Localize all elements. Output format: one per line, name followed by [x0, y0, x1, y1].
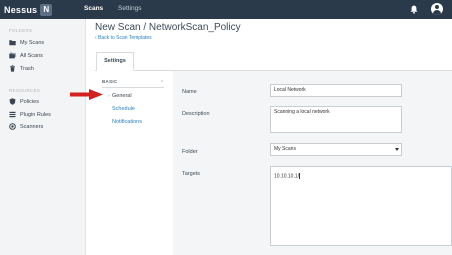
- name-field[interactable]: Local Network: [270, 84, 402, 97]
- description-label: Description: [182, 111, 210, 117]
- sidebar-item-policies[interactable]: Policies: [9, 97, 39, 106]
- nav-settings-link[interactable]: Settings: [118, 5, 142, 12]
- plugin-rules-icon: [9, 111, 16, 118]
- settings-nav-general[interactable]: General: [112, 93, 132, 99]
- sidebar-item-label: My Scans: [20, 39, 45, 46]
- chevron-up-icon[interactable]: ⌃: [160, 80, 164, 86]
- targets-field[interactable]: 10.10.10.1/: [270, 166, 452, 246]
- annotation-arrow-icon: [70, 89, 103, 100]
- active-item-marker-icon: ›: [108, 93, 110, 99]
- sidebar-item-label: Scanners: [20, 123, 44, 130]
- section-divider: [102, 87, 164, 88]
- sidebar-item-my-scans[interactable]: My Scans: [9, 38, 44, 47]
- tab-settings[interactable]: Settings: [96, 52, 134, 71]
- folders-icon: [9, 52, 16, 59]
- trash-icon: [10, 65, 15, 72]
- sidebar-item-scanners[interactable]: Scanners: [9, 122, 43, 131]
- sidebar-item-plugin-rules[interactable]: Plugin Rules: [9, 110, 51, 119]
- user-avatar-icon[interactable]: [431, 3, 443, 15]
- sidebar-heading-resources: RESOURCES: [9, 88, 41, 93]
- settings-nav-schedule[interactable]: Schedule: [112, 106, 135, 112]
- sidebar-heading-folders: FOLDERS: [9, 28, 33, 33]
- nav-scans-link[interactable]: Scans: [84, 5, 103, 12]
- name-label: Name: [182, 89, 197, 95]
- targets-label: Targets: [182, 171, 201, 177]
- targets-value: 10.10.10.1/: [274, 173, 300, 180]
- logo-text: Nessus: [4, 4, 38, 15]
- folder-select[interactable]: My Scans: [270, 143, 402, 156]
- settings-nav-notifications[interactable]: Notifications: [112, 119, 142, 125]
- description-field[interactable]: Scanning a local network: [270, 106, 402, 133]
- nessus-logo[interactable]: Nessus N: [4, 3, 53, 16]
- sidebar-item-trash[interactable]: Trash: [9, 64, 34, 73]
- settings-section-basic[interactable]: BASIC: [102, 79, 164, 87]
- logo-badge: N: [40, 3, 53, 16]
- chevron-down-icon[interactable]: [395, 148, 399, 151]
- policies-icon: [9, 98, 16, 105]
- sidebar-item-label: Plugin Rules: [20, 111, 51, 118]
- folder-label: Folder: [182, 149, 198, 155]
- scanners-icon: [9, 123, 16, 130]
- text-cursor: [299, 173, 300, 179]
- sidebar-item-label: Trash: [20, 65, 34, 72]
- sidebar-item-all-scans[interactable]: All Scans: [9, 51, 43, 60]
- page-title: New Scan / NetworkScan_Policy: [95, 22, 241, 33]
- folder-icon: [9, 40, 16, 46]
- sidebar-item-label: Policies: [20, 98, 39, 105]
- back-to-templates-link[interactable]: ‹ Back to Scan Templates: [95, 35, 152, 41]
- top-navigation-bar: Nessus N Scans Settings: [0, 0, 452, 19]
- bell-icon[interactable]: [410, 5, 418, 14]
- sidebar-item-label: All Scans: [20, 52, 43, 59]
